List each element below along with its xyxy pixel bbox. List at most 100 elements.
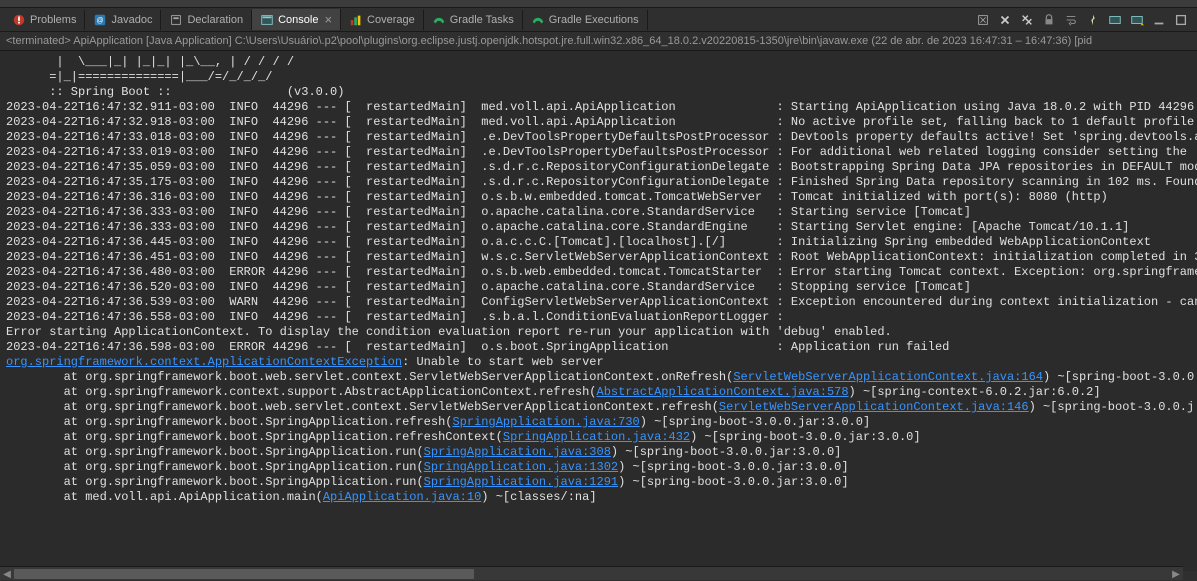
stack-frame-text: at med.voll.api.ApiApplication.main(: [6, 490, 323, 504]
log-line: 2023-04-22T16:47:32.918-03:00 INFO 44296…: [6, 115, 1191, 130]
tab-label: Console: [278, 14, 318, 26]
tab-coverage[interactable]: Coverage: [341, 10, 424, 30]
tab-gradle-executions[interactable]: Gradle Executions: [523, 10, 648, 30]
launch-description-bar: <terminated> ApiApplication [Java Applic…: [0, 32, 1197, 51]
tab-label: Declaration: [187, 14, 243, 26]
stack-frame: at org.springframework.context.support.A…: [6, 385, 1191, 400]
stack-frame-text: at org.springframework.boot.SpringApplic…: [6, 415, 452, 429]
close-icon[interactable]: ×: [324, 12, 332, 27]
display-console-button[interactable]: [1105, 11, 1125, 29]
tab-label: Coverage: [367, 14, 415, 26]
tab-label: Javadoc: [111, 14, 152, 26]
stack-frame-suffix: ) ~[spring-context-6.0.2.jar:6.0.2]: [849, 385, 1101, 399]
console-toolbar: [973, 11, 1197, 29]
tab-gradle-tasks[interactable]: Gradle Tasks: [424, 10, 523, 30]
stack-frame-text: at org.springframework.boot.SpringApplic…: [6, 460, 424, 474]
stack-frame: at org.springframework.boot.SpringApplic…: [6, 460, 1191, 475]
error-summary: Error starting ApplicationContext. To di…: [6, 325, 1191, 340]
stack-frame: at org.springframework.boot.web.servlet.…: [6, 370, 1191, 385]
stack-frame-text: at org.springframework.boot.SpringApplic…: [6, 475, 424, 489]
view-tab-bar: Problems @ Javadoc Declaration Console ×…: [0, 8, 1197, 32]
log-line: 2023-04-22T16:47:35.175-03:00 INFO 44296…: [6, 175, 1191, 190]
tab-label: Problems: [30, 14, 76, 26]
open-console-button[interactable]: [1127, 11, 1147, 29]
tab-label: Gradle Executions: [549, 14, 639, 26]
source-link[interactable]: SpringApplication.java:1291: [424, 475, 618, 489]
svg-text:@: @: [97, 17, 104, 24]
stack-frame-suffix: ) ~[spring-boot-3.0.0: [1043, 370, 1194, 384]
minimize-button[interactable]: [1149, 11, 1169, 29]
log-line: 2023-04-22T16:47:36.445-03:00 INFO 44296…: [6, 235, 1191, 250]
stack-frame-suffix: ) ~[spring-boot-3.0.0.jar:3.0.0]: [640, 415, 870, 429]
ascii-art-line: =|_|==============|___/=/_/_/_/: [6, 70, 1191, 85]
console-icon: [260, 13, 274, 27]
scrollbar-thumb[interactable]: [14, 569, 474, 579]
source-link[interactable]: AbstractApplicationContext.java:578: [597, 385, 849, 399]
stack-frame-suffix: ) ~[spring-boot-3.0.0.j: [1029, 400, 1195, 414]
stack-frame-suffix: ) ~[spring-boot-3.0.0.jar:3.0.0]: [611, 445, 841, 459]
ascii-art-line: :: Spring Boot :: (v3.0.0): [6, 85, 1191, 100]
scroll-right-icon[interactable]: ▶: [1169, 567, 1183, 581]
coverage-icon: [349, 13, 363, 27]
stack-frame-text: at org.springframework.context.support.A…: [6, 385, 597, 399]
log-line: 2023-04-22T16:47:36.316-03:00 INFO 44296…: [6, 190, 1191, 205]
log-line: 2023-04-22T16:47:33.019-03:00 INFO 44296…: [6, 145, 1191, 160]
scroll-left-icon[interactable]: ◀: [0, 567, 14, 581]
source-link[interactable]: SpringApplication.java:730: [452, 415, 639, 429]
terminated-app: ApiApplication [Java Application]: [73, 35, 231, 47]
clear-console-button[interactable]: [973, 11, 993, 29]
log-line: 2023-04-22T16:47:36.520-03:00 INFO 44296…: [6, 280, 1191, 295]
stack-frame-suffix: ) ~[classes/:na]: [481, 490, 596, 504]
tab-javadoc[interactable]: @ Javadoc: [85, 10, 161, 30]
tab-problems[interactable]: Problems: [4, 10, 85, 30]
tab-console[interactable]: Console ×: [252, 9, 341, 30]
stack-frame: at org.springframework.boot.SpringApplic…: [6, 430, 1191, 445]
declaration-icon: [169, 13, 183, 27]
stack-frame-text: at org.springframework.boot.web.servlet.…: [6, 370, 733, 384]
console-output[interactable]: | \___|_| |_|_| |_\__, | / / / / =|_|===…: [0, 51, 1197, 571]
remove-launch-button[interactable]: [995, 11, 1015, 29]
log-line: 2023-04-22T16:47:33.018-03:00 INFO 44296…: [6, 130, 1191, 145]
maximize-button[interactable]: [1171, 11, 1191, 29]
stack-frame-text: at org.springframework.boot.web.servlet.…: [6, 400, 719, 414]
stack-frame-text: at org.springframework.boot.SpringApplic…: [6, 430, 503, 444]
tab-label: Gradle Tasks: [450, 14, 514, 26]
remove-all-button[interactable]: [1017, 11, 1037, 29]
log-line: 2023-04-22T16:47:36.558-03:00 INFO 44296…: [6, 310, 1191, 325]
stack-frame: at org.springframework.boot.SpringApplic…: [6, 475, 1191, 490]
log-line: 2023-04-22T16:47:36.480-03:00 ERROR 4429…: [6, 265, 1191, 280]
log-line: 2023-04-22T16:47:36.598-03:00 ERROR 4429…: [6, 340, 1191, 355]
stack-frame-suffix: ) ~[spring-boot-3.0.0.jar:3.0.0]: [618, 460, 848, 474]
source-link[interactable]: ApiApplication.java:10: [323, 490, 481, 504]
stack-frame: at org.springframework.boot.web.servlet.…: [6, 400, 1191, 415]
log-line: 2023-04-22T16:47:36.333-03:00 INFO 44296…: [6, 220, 1191, 235]
source-link[interactable]: SpringApplication.java:308: [424, 445, 611, 459]
stack-frame-suffix: ) ~[spring-boot-3.0.0.jar:3.0.0]: [618, 475, 848, 489]
log-line: 2023-04-22T16:47:36.333-03:00 INFO 44296…: [6, 205, 1191, 220]
window-top-strip: [0, 0, 1197, 8]
stack-frame: at med.voll.api.ApiApplication.main(ApiA…: [6, 490, 1191, 505]
log-line: 2023-04-22T16:47:36.451-03:00 INFO 44296…: [6, 250, 1191, 265]
problems-icon: [12, 13, 26, 27]
javadoc-icon: @: [93, 13, 107, 27]
tab-declaration[interactable]: Declaration: [161, 10, 252, 30]
source-link[interactable]: SpringApplication.java:432: [503, 430, 690, 444]
exception-class-link[interactable]: org.springframework.context.ApplicationC…: [6, 355, 402, 369]
log-line: 2023-04-22T16:47:32.911-03:00 INFO 44296…: [6, 100, 1191, 115]
stack-frame-suffix: ) ~[spring-boot-3.0.0.jar:3.0.0]: [690, 430, 920, 444]
exception-header: org.springframework.context.ApplicationC…: [6, 355, 1191, 370]
source-link[interactable]: SpringApplication.java:1302: [424, 460, 618, 474]
gradle-icon: [432, 13, 446, 27]
ascii-art-line: | \___|_| |_|_| |_\__, | / / / /: [6, 55, 1191, 70]
source-link[interactable]: ServletWebServerApplicationContext.java:…: [719, 400, 1029, 414]
terminated-timestamp: (22 de abr. de 2023 16:47:31 – 16:47:36)…: [871, 35, 1092, 47]
word-wrap-button[interactable]: [1061, 11, 1081, 29]
source-link[interactable]: ServletWebServerApplicationContext.java:…: [733, 370, 1043, 384]
log-line: 2023-04-22T16:47:36.539-03:00 WARN 44296…: [6, 295, 1191, 310]
stack-frame-text: at org.springframework.boot.SpringApplic…: [6, 445, 424, 459]
scroll-lock-button[interactable]: [1039, 11, 1059, 29]
horizontal-scrollbar[interactable]: ◀ ▶: [0, 566, 1183, 580]
pin-console-button[interactable]: [1083, 11, 1103, 29]
gradle-icon: [531, 13, 545, 27]
terminated-prefix: <terminated>: [6, 35, 71, 47]
